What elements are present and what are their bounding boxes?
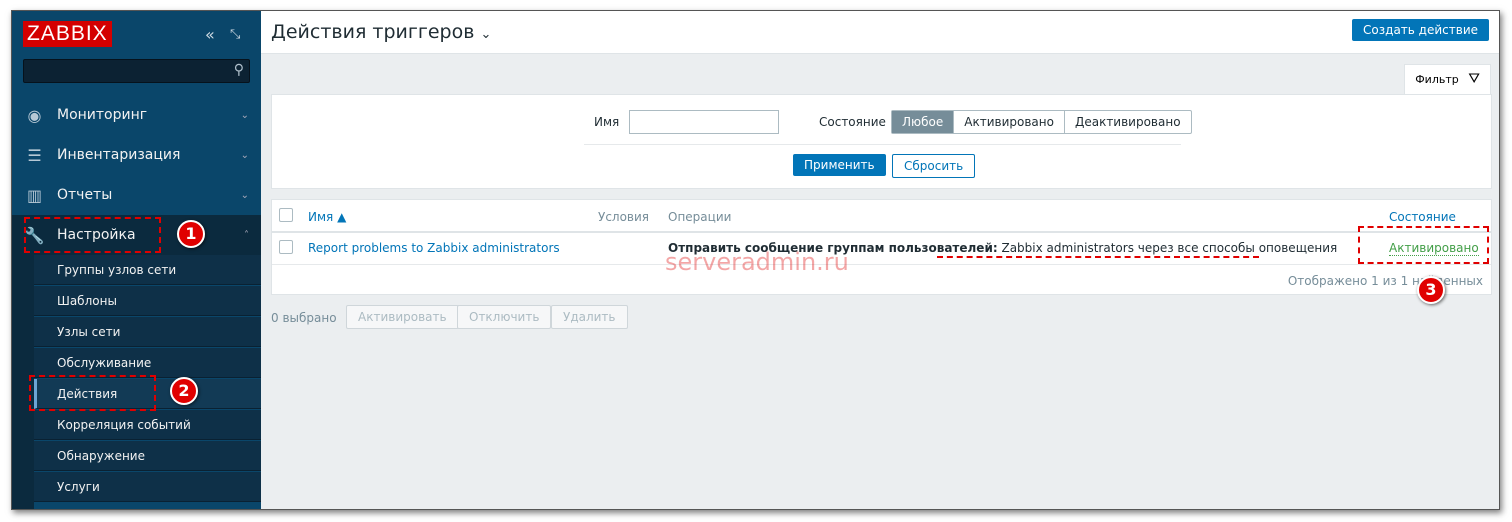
submenu-hosts[interactable]: Узлы сети bbox=[34, 317, 261, 347]
row-divider bbox=[272, 264, 1491, 265]
selected-count: 0 выбрано bbox=[271, 311, 337, 325]
menu-reports[interactable]: ▥ Отчеты ⌄ bbox=[12, 175, 261, 215]
state-enabled[interactable]: Активировано bbox=[953, 111, 1064, 133]
column-status-header[interactable]: Состояние bbox=[1389, 210, 1456, 224]
select-all-checkbox[interactable] bbox=[279, 208, 293, 222]
column-name-header[interactable]: Имя ▲ bbox=[308, 210, 346, 224]
submenu-maintenance[interactable]: Обслуживание bbox=[34, 348, 261, 378]
submenu-services[interactable]: Услуги bbox=[34, 472, 261, 502]
annotation-underline bbox=[937, 256, 1259, 258]
annotation-badge-1: 1 bbox=[177, 220, 205, 248]
divider bbox=[584, 144, 1181, 145]
apply-button[interactable]: Применить bbox=[793, 154, 886, 176]
column-conditions-header: Условия bbox=[598, 210, 650, 224]
zabbix-logo[interactable]: ZABBIX bbox=[23, 21, 112, 47]
operation-text: Zabbix administrators через все способы … bbox=[997, 241, 1338, 255]
header-divider bbox=[272, 231, 1491, 233]
collapse-icon[interactable]: « bbox=[205, 25, 215, 44]
chevron-down-icon: ⌄ bbox=[240, 189, 249, 201]
menu-label: Инвентаризация bbox=[57, 147, 181, 163]
annotation-badge-2: 2 bbox=[170, 377, 198, 405]
chevron-down-icon: ⌄ bbox=[480, 27, 492, 42]
chevron-down-icon: ⌄ bbox=[240, 149, 249, 161]
row-checkbox[interactable] bbox=[279, 240, 293, 254]
page-title-text: Действия триггеров bbox=[271, 21, 475, 43]
name-label: Имя bbox=[594, 115, 620, 129]
actions-table: Имя ▲ Условия Операции Состояние Report … bbox=[271, 199, 1492, 295]
state-disabled[interactable]: Деактивировано bbox=[1063, 111, 1191, 133]
mass-disable-button[interactable]: Отключить bbox=[457, 305, 552, 329]
submenu-event-correlation[interactable]: Корреляция событий bbox=[34, 410, 261, 440]
paging-info: Отображено 1 из 1 найденных bbox=[1287, 274, 1483, 288]
page-header: Действия триггеров ⌄ Создать действие bbox=[261, 11, 1499, 54]
submenu-discovery[interactable]: Обнаружение bbox=[34, 441, 261, 471]
state-selector[interactable]: Любое Активировано Деактивировано bbox=[891, 110, 1192, 134]
sidebar: ZABBIX « ⤡ ⚲ ◉ Мониторинг ⌄ ☰ Инвентаризаци… bbox=[12, 11, 261, 509]
chevron-up-icon: ˄ bbox=[244, 229, 249, 241]
action-name-link[interactable]: Report problems to Zabbix administrators bbox=[308, 241, 560, 255]
annotation-box-2 bbox=[29, 375, 156, 411]
mass-activate-button[interactable]: Активировать bbox=[346, 305, 459, 329]
menu-monitoring[interactable]: ◉ Мониторинг ⌄ bbox=[12, 95, 261, 135]
submenu-templates[interactable]: Шаблоны bbox=[34, 286, 261, 316]
filter-tab[interactable]: Фильтр ⛛ bbox=[1404, 64, 1491, 95]
state-label: Состояние bbox=[819, 115, 886, 129]
menu-label: Мониторинг bbox=[57, 107, 148, 123]
annotation-box-3 bbox=[1358, 226, 1489, 264]
create-action-button[interactable]: Создать действие bbox=[1352, 19, 1489, 41]
page-title[interactable]: Действия триггеров ⌄ bbox=[271, 21, 491, 43]
reset-button[interactable]: Сбросить bbox=[892, 154, 976, 178]
filter-panel: Имя Состояние Любое Активировано Деактив… bbox=[271, 94, 1492, 189]
app-window: ZABBIX « ⤡ ⚲ ◉ Мониторинг ⌄ ☰ Инвентаризаци… bbox=[11, 10, 1500, 510]
chart-icon: ▥ bbox=[26, 185, 43, 205]
state-any[interactable]: Любое bbox=[892, 111, 954, 133]
annotation-badge-3: 3 bbox=[1417, 276, 1445, 304]
menu-inventory[interactable]: ☰ Инвентаризация ⌄ bbox=[12, 135, 261, 175]
column-operations-header: Операции bbox=[668, 210, 732, 224]
search-icon[interactable]: ⚲ bbox=[234, 62, 244, 78]
kiosk-mode-icon[interactable]: ⤡ bbox=[230, 27, 240, 42]
chevron-down-icon: ⌄ bbox=[240, 109, 249, 121]
mass-delete-button[interactable]: Удалить bbox=[551, 305, 628, 329]
name-input[interactable] bbox=[629, 110, 779, 134]
list-icon: ☰ bbox=[27, 145, 42, 165]
filter-icon: ⛛ bbox=[1468, 71, 1480, 87]
annotation-box-1 bbox=[24, 217, 161, 253]
filter-tab-label: Фильтр bbox=[1415, 73, 1459, 86]
sidebar-search-input[interactable]: ⚲ bbox=[23, 59, 250, 83]
eye-icon: ◉ bbox=[27, 105, 42, 125]
menu-label: Отчеты bbox=[57, 187, 113, 203]
watermark: serveradmin.ru bbox=[665, 248, 849, 276]
submenu-host-groups[interactable]: Группы узлов сети bbox=[34, 255, 261, 285]
